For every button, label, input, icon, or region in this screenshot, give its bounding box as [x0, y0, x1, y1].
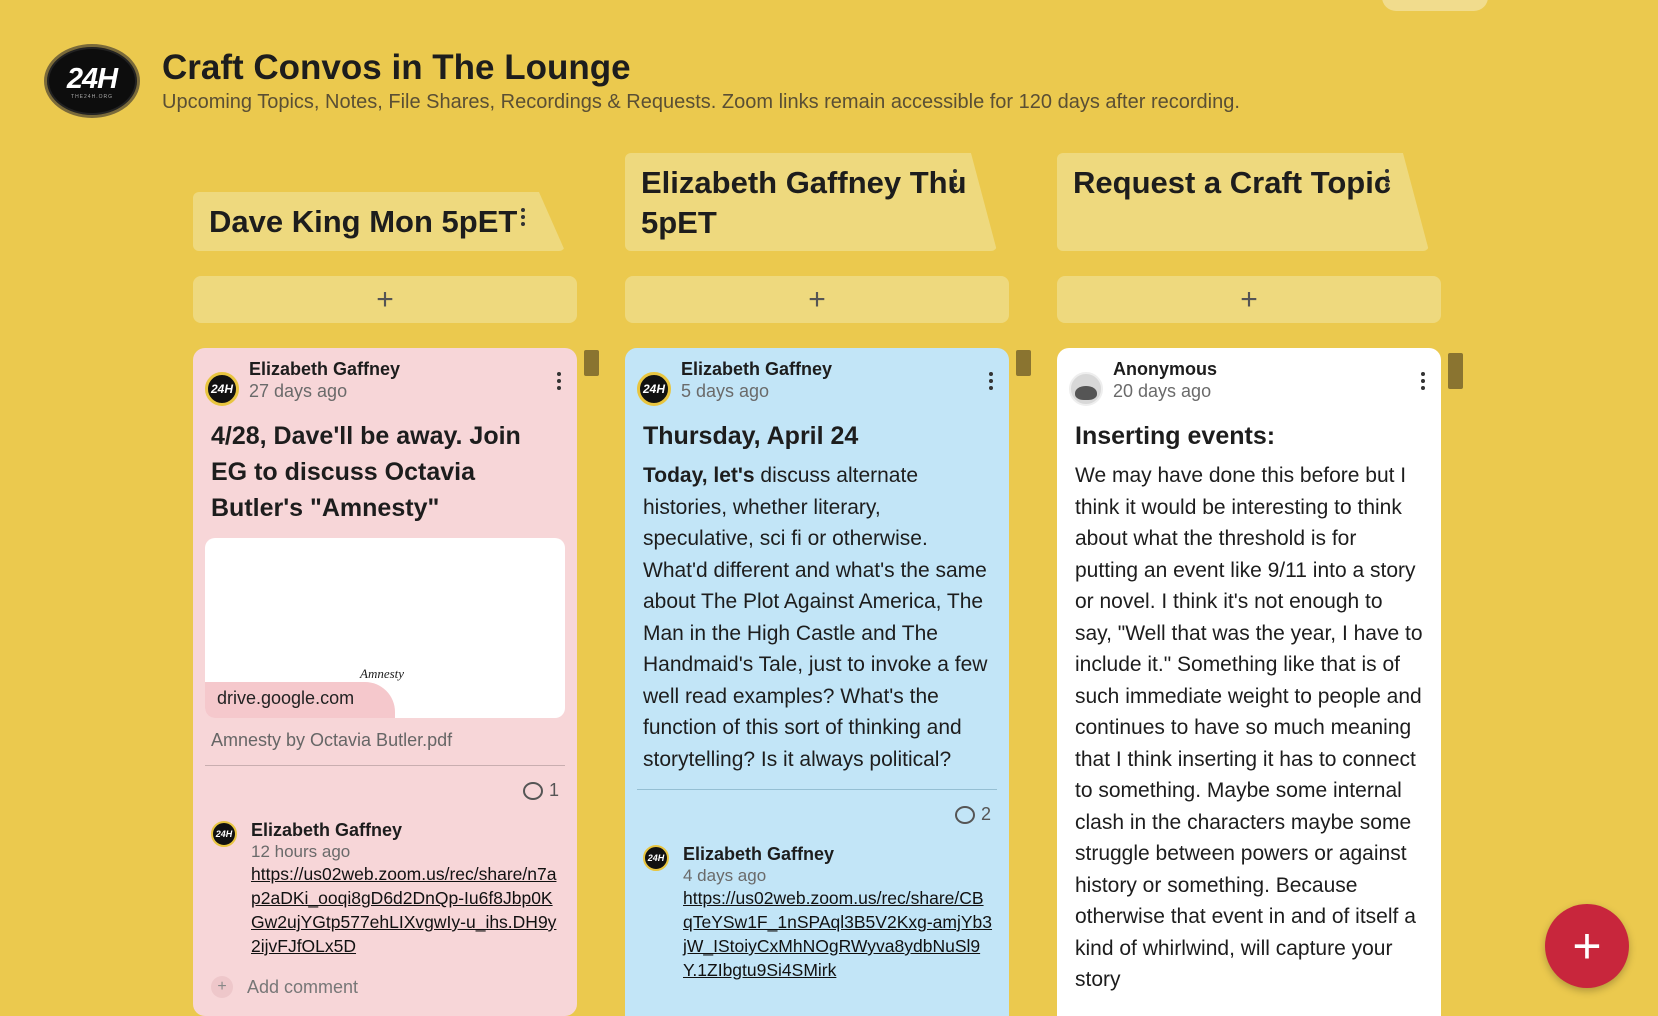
drag-handle[interactable]	[584, 350, 599, 376]
avatar: 24H	[637, 372, 671, 406]
top-tab[interactable]	[1382, 0, 1488, 11]
comment-count-value: 2	[980, 804, 991, 824]
add-post-button[interactable]: +	[1057, 276, 1441, 323]
post-card[interactable]: 24H Elizabeth Gaffney 27 days ago 4/28, …	[193, 348, 577, 1016]
post-title: Inserting events:	[1075, 422, 1276, 450]
comment-author: Elizabeth Gaffney	[683, 844, 835, 864]
column-title: Request a Craft Topic	[1073, 165, 1392, 200]
board-logo: 24H THE24H.ORG	[44, 44, 140, 118]
attachment-caption[interactable]: Amnesty by Octavia Butler.pdf	[211, 730, 559, 751]
comment: 24H Elizabeth Gaffney 4 days ago https:/…	[643, 843, 997, 982]
comment-author: Elizabeth Gaffney	[251, 820, 403, 840]
post-author-row: Anonymous 20 days ago	[1069, 358, 1429, 406]
column-title: Elizabeth Gaffney Thu 5pET	[641, 165, 967, 240]
post-time: 27 days ago	[249, 381, 348, 401]
post-time: 20 days ago	[1113, 381, 1212, 401]
comment-count[interactable]: 2	[637, 804, 991, 825]
post-author: Anonymous	[1113, 359, 1218, 379]
post-title: Thursday, April 24	[643, 422, 859, 450]
divider	[637, 789, 997, 790]
add-post-button[interactable]: +	[625, 276, 1009, 323]
anonymous-avatar-icon	[1069, 372, 1103, 406]
post-time: 5 days ago	[681, 381, 770, 401]
divider	[205, 765, 565, 766]
add-comment[interactable]: + Add comment	[211, 976, 565, 998]
vertical-dots-icon[interactable]	[521, 208, 527, 226]
vertical-dots-icon[interactable]	[1421, 372, 1425, 390]
add-comment-label: Add comment	[247, 976, 359, 997]
post-body: We may have done this before but I think…	[1075, 464, 1423, 991]
column-header: Dave King Mon 5pET	[193, 192, 565, 251]
post-card[interactable]: Anonymous 20 days ago Inserting events: …	[1057, 348, 1441, 1016]
drag-handle[interactable]	[1448, 353, 1463, 389]
post-body-text: discuss alternate histories, whether lit…	[643, 464, 988, 771]
board-subtitle: Upcoming Topics, Notes, File Shares, Rec…	[162, 91, 1240, 113]
post-author-row: 24H Elizabeth Gaffney 27 days ago	[205, 358, 565, 406]
column-header: Request a Craft Topic	[1057, 153, 1429, 251]
comment-link[interactable]: https://us02web.zoom.us/rec/share/CBqTeY…	[683, 886, 993, 982]
logo-text: 24H	[66, 62, 118, 95]
post-title: 4/28, Dave'll be away. Join EG to discus…	[211, 422, 521, 522]
board-header: 24H THE24H.ORG Craft Convos in The Loung…	[44, 44, 1240, 118]
post-author: Elizabeth Gaffney	[681, 359, 833, 379]
comment-count[interactable]: 1	[205, 780, 559, 801]
attachment-doc-title: Amnesty	[360, 666, 405, 681]
comment-link[interactable]: https://us02web.zoom.us/rec/share/n7ap2a…	[251, 862, 561, 958]
logo-subtext: THE24H.ORG	[71, 93, 113, 100]
comment-bubble-icon	[954, 805, 975, 824]
post-card[interactable]: 24H Elizabeth Gaffney 5 days ago Thursda…	[625, 348, 1009, 1016]
column-header: Elizabeth Gaffney Thu 5pET	[625, 153, 997, 251]
comment-count-value: 1	[548, 780, 559, 800]
post-author-row: 24H Elizabeth Gaffney 5 days ago	[637, 358, 997, 406]
comment-time: 12 hours ago	[251, 842, 351, 861]
vertical-dots-icon[interactable]	[989, 372, 993, 390]
attachment-preview[interactable]: Amnesty drive.google.com	[205, 538, 565, 718]
column-title: Dave King Mon 5pET	[209, 204, 518, 239]
add-post-button[interactable]: +	[193, 276, 577, 323]
vertical-dots-icon[interactable]	[953, 169, 959, 187]
post-author: Elizabeth Gaffney	[249, 359, 401, 379]
avatar: 24H	[211, 821, 237, 847]
board-title: Craft Convos in The Lounge	[162, 48, 631, 87]
post-body-bold: Today, let's	[643, 464, 755, 487]
comment-time: 4 days ago	[683, 866, 767, 885]
plus-icon: +	[211, 976, 233, 998]
add-post-fab[interactable]: +	[1545, 904, 1629, 988]
comment: 24H Elizabeth Gaffney 12 hours ago https…	[211, 819, 565, 958]
vertical-dots-icon[interactable]	[1385, 169, 1391, 187]
board-title-block: Craft Convos in The Lounge Upcoming Topi…	[162, 44, 1240, 114]
attachment-domain: drive.google.com	[205, 682, 395, 718]
vertical-dots-icon[interactable]	[557, 372, 561, 390]
avatar: 24H	[643, 845, 669, 871]
post-body: Today, let's discuss alternate histories…	[643, 460, 991, 775]
avatar: 24H	[205, 372, 239, 406]
drag-handle[interactable]	[1016, 350, 1031, 376]
comment-bubble-icon	[522, 781, 543, 800]
